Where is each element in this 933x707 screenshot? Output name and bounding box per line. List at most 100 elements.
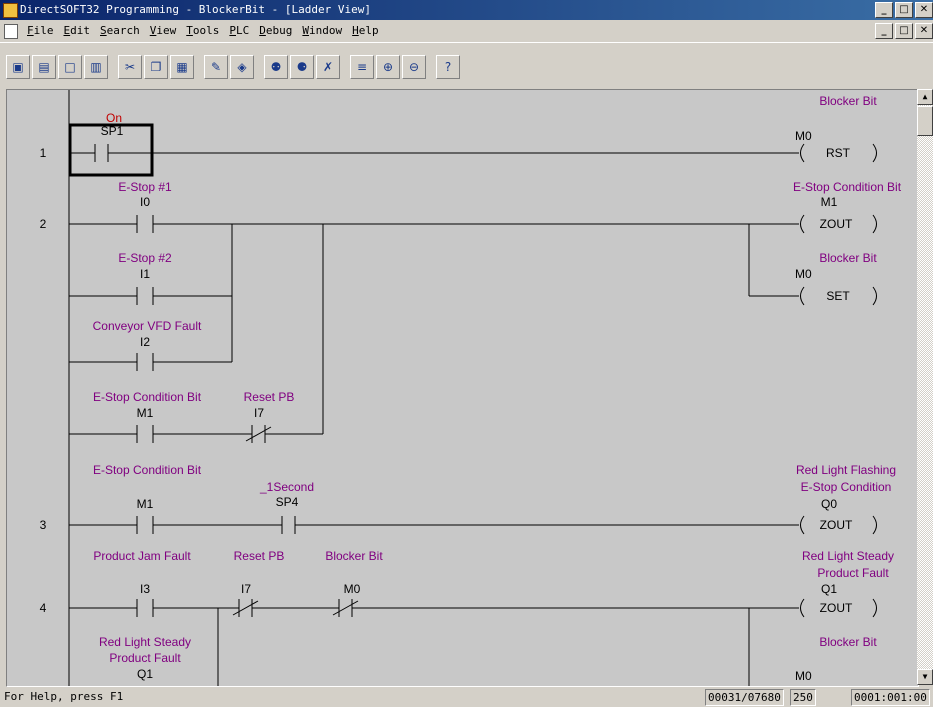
r2-reset-addr: I7	[254, 406, 264, 420]
status-bar: For Help, press F1 00031/07680 250 0001:…	[0, 687, 933, 707]
r3-sp4-desc: _1Second	[259, 480, 314, 494]
r2-m1-addr: M1	[137, 406, 154, 420]
menu-tools[interactable]: Tools	[181, 20, 224, 42]
save-icon[interactable]: ▣	[6, 55, 30, 79]
r4-branch-desc1: Red Light Steady	[99, 635, 191, 649]
close-button[interactable]: ✕	[915, 2, 933, 18]
toolbar-separator	[110, 55, 116, 81]
r4-branch-addr: Q1	[137, 667, 153, 681]
r3-coil-desc2: E-Stop Condition	[801, 480, 892, 494]
r1-contact-addr: SP1	[101, 124, 124, 138]
r2-coil1-type: ZOUT	[820, 217, 853, 231]
scroll-thumb[interactable]	[917, 106, 933, 136]
r4-coil-desc1: Red Light Steady	[802, 549, 894, 563]
child-restore-button[interactable]: □	[895, 23, 913, 39]
menu-window[interactable]: Window	[297, 20, 347, 42]
zoom-in-icon[interactable]: ⊕	[376, 55, 400, 79]
r2-estop2-addr: I1	[140, 267, 150, 281]
maximize-button[interactable]: □	[895, 2, 913, 18]
accept-icon[interactable]: ◈	[230, 55, 254, 79]
coil-r2-m0	[800, 286, 805, 306]
r4-coil-desc2: Product Fault	[817, 566, 889, 580]
r2-coil1-desc: E-Stop Condition Bit	[793, 180, 902, 194]
rung-number-1: 1	[40, 146, 47, 160]
r3-sp4-addr: SP4	[276, 495, 299, 509]
r2-reset-desc: Reset PB	[244, 390, 295, 404]
status-position: 00031/07680	[705, 689, 784, 706]
r4-coil-addr: Q1	[821, 582, 837, 596]
menu-plc[interactable]: PLC	[224, 20, 254, 42]
open-icon[interactable]: ▥	[84, 55, 108, 79]
toolbar-separator	[428, 55, 434, 81]
toolbar-separator	[256, 55, 262, 81]
r2-estop2-desc: E-Stop #2	[118, 251, 172, 265]
menu-view[interactable]: View	[145, 20, 182, 42]
toolbar-separator	[196, 55, 202, 81]
r1-coil-type: RST	[826, 146, 851, 160]
child-minimize-button[interactable]: _	[875, 23, 893, 39]
menu-debug[interactable]: Debug	[254, 20, 297, 42]
r3-coil-addr: Q0	[821, 497, 837, 511]
minimize-button[interactable]: _	[875, 2, 893, 18]
r2-coil2-type: SET	[826, 289, 850, 303]
window-title: DirectSOFT32 Programming - BlockerBit - …	[20, 3, 371, 16]
ladder-view[interactable]: 1 2 3 4 On SP1 Blocker Bit M0 RST E-Stop…	[6, 89, 919, 687]
r3-coil-type: ZOUT	[820, 518, 853, 532]
status-help: For Help, press F1	[4, 690, 124, 703]
r3-m1-desc: E-Stop Condition Bit	[93, 463, 202, 477]
edit-mode-icon[interactable]: ✎	[204, 55, 228, 79]
r4-i3-addr: I3	[140, 582, 150, 596]
scroll-up-icon[interactable]: ▲	[917, 89, 933, 105]
document-icon[interactable]	[4, 24, 18, 39]
status-value: 250	[790, 689, 816, 706]
vertical-scrollbar[interactable]: ▲ ▼	[917, 89, 933, 685]
r3-m1-addr: M1	[137, 497, 154, 511]
child-close-button[interactable]: ✕	[915, 23, 933, 39]
r4-i7-desc: Reset PB	[234, 549, 285, 563]
menu-edit[interactable]: Edit	[59, 20, 96, 42]
rung-number-2: 2	[40, 217, 47, 231]
coil-r1	[800, 143, 805, 163]
r2-coil1-addr: M1	[821, 195, 838, 209]
r2-estop1-desc: E-Stop #1	[118, 180, 172, 194]
toolbar: ▣ ▤ □ ▥ ✂ ❐ ▦ ✎ ◈ ⚉ ⚈ ✗ ≡ ⊕ ⊖?	[0, 42, 933, 89]
r2-vfd-addr: I2	[140, 335, 150, 349]
r1-coil-addr: M0	[795, 129, 812, 143]
menu-help[interactable]: Help	[347, 20, 384, 42]
r3-coil-desc1: Red Light Flashing	[796, 463, 896, 477]
menu-search[interactable]: Search	[95, 20, 145, 42]
r2-estop1-addr: I0	[140, 195, 150, 209]
find-replace-icon[interactable]: ⚈	[290, 55, 314, 79]
menu-bar: File Edit Search View Tools PLC Debug Window Hel…	[0, 20, 933, 42]
insert-rung-icon[interactable]: ≡	[350, 55, 374, 79]
r2-m1-desc: E-Stop Condition Bit	[93, 390, 202, 404]
toolbar-separator	[342, 55, 348, 81]
paste-icon[interactable]: ▦	[170, 55, 194, 79]
r4-m0-desc: Blocker Bit	[325, 549, 383, 563]
r1-contact-desc: On	[106, 111, 122, 125]
menu-file[interactable]: File	[22, 20, 59, 42]
r4-coil2-desc: Blocker Bit	[819, 635, 877, 649]
r1-coil-desc: Blocker Bit	[819, 94, 877, 108]
r4-branch-desc2: Product Fault	[109, 651, 181, 665]
cut-icon[interactable]: ✂	[118, 55, 142, 79]
help-icon[interactable]: ?	[436, 55, 460, 79]
coil-r3	[800, 515, 805, 535]
new-icon[interactable]: □	[58, 55, 82, 79]
status-cursor: 0001:001:00	[851, 689, 930, 706]
r4-coil2-addr: M0	[795, 669, 812, 683]
find-icon[interactable]: ⚉	[264, 55, 288, 79]
copy-icon[interactable]: ❐	[144, 55, 168, 79]
title-bar: DirectSOFT32 Programming - BlockerBit - …	[0, 0, 933, 20]
scroll-down-icon[interactable]: ▼	[917, 669, 933, 685]
r2-coil2-desc: Blocker Bit	[819, 251, 877, 265]
coil-r4	[800, 598, 805, 618]
r4-coil-type: ZOUT	[820, 601, 853, 615]
zoom-out-icon[interactable]: ⊖	[402, 55, 426, 79]
rung-number-4: 4	[40, 601, 47, 615]
app-icon[interactable]	[3, 3, 18, 18]
find-next-icon[interactable]: ✗	[316, 55, 340, 79]
coil-r2-m1	[800, 214, 805, 234]
rung-number-3: 3	[40, 518, 47, 532]
save-all-icon[interactable]: ▤	[32, 55, 56, 79]
